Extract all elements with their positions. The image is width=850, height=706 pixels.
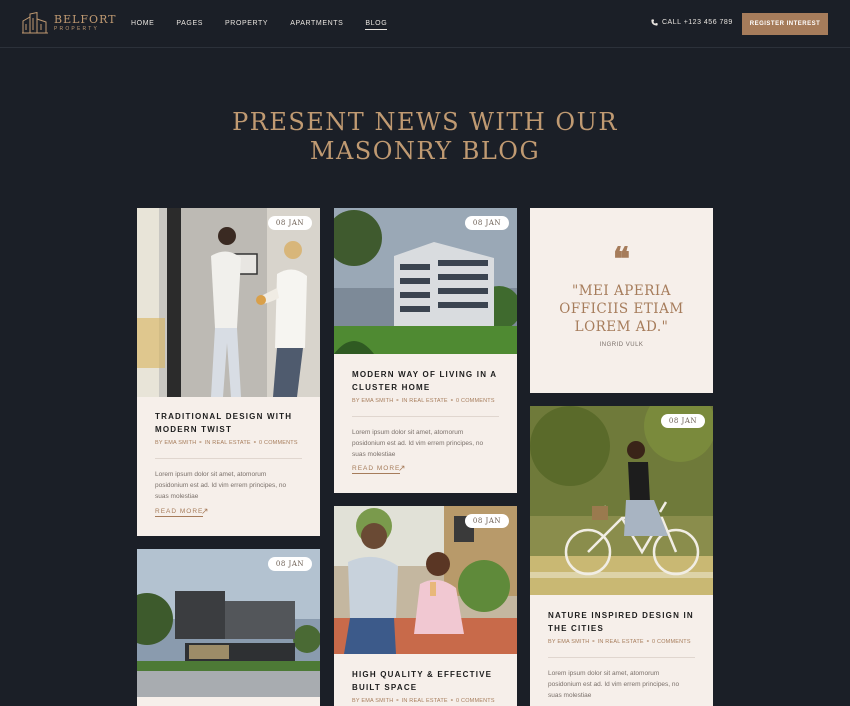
post-excerpt-line3: suas molestiae <box>548 692 592 699</box>
post-excerpt: Lorem ipsum dolor sit amet, atomorum pos… <box>548 668 695 701</box>
nav-home[interactable]: HOME <box>131 19 154 30</box>
post-image[interactable]: 08 JAN <box>530 406 713 595</box>
testimonial-quote-card: ❝ "MEI APERIA OFFICIIS ETIAM LOREM AD." … <box>530 208 713 393</box>
post-title-line2: CLUSTER HOME <box>352 383 431 392</box>
register-interest-button[interactable]: REGISTER INTEREST <box>742 13 828 35</box>
arrow-up-right-icon: ↗ <box>201 506 209 516</box>
post-title-line2: THE CITIES <box>548 624 605 633</box>
post-title-line1: HIGH QUALITY & EFFECTIVE <box>352 670 493 679</box>
divider <box>155 458 302 459</box>
nav-property[interactable]: PROPERTY <box>225 19 268 30</box>
post-title-line1: NATURE INSPIRED DESIGN IN <box>548 611 694 620</box>
phone-link[interactable]: CALL +123 456 789 <box>651 19 733 26</box>
post-title[interactable]: TRADITIONAL DESIGN WITH MODERN TWIST <box>155 410 302 436</box>
post-excerpt-line2: posidonium est ad. Id vim errem principe… <box>548 681 680 688</box>
arrow-up-right-icon: ↗ <box>398 463 406 473</box>
phone-icon <box>651 19 658 26</box>
post-date: 08 JAN <box>464 514 509 528</box>
blog-card: 08 JAN HIGH QUALITY & EFFECTIVE BUILT SP… <box>334 506 517 706</box>
blog-card: 08 JAN NATURE INSPIRED DESIGN IN THE CIT… <box>530 406 713 706</box>
blog-card: 08 JAN TRADITIONAL DESIGN WITH MODERN TW… <box>137 208 320 536</box>
post-title[interactable]: NATURE INSPIRED DESIGN IN THE CITIES <box>548 609 695 635</box>
post-title-line2: BUILT SPACE <box>352 683 418 692</box>
blog-card: 08 JAN <box>137 549 320 706</box>
post-meta: BY EMA SMITH ⚬ IN REAL ESTATE ⚬ 0 COMMEN… <box>352 398 495 404</box>
post-image[interactable]: 08 JAN <box>334 506 517 654</box>
quote-line1: "MEI APERIA <box>572 283 671 299</box>
post-title[interactable]: HIGH QUALITY & EFFECTIVE BUILT SPACE <box>352 668 499 694</box>
quote-author: INGRID VULK <box>599 342 644 348</box>
nav-apartments[interactable]: APARTMENTS <box>290 19 343 30</box>
page-title: PRESENT NEWS WITH OUR MASONRY BLOG <box>0 108 850 166</box>
page-title-line1: PRESENT NEWS WITH OUR <box>232 108 618 136</box>
quote-line2: OFFICIIS ETIAM <box>559 301 684 317</box>
post-date: 08 JAN <box>267 216 312 230</box>
post-meta: BY EMA SMITH ⚬ IN REAL ESTATE ⚬ 0 COMMEN… <box>352 698 495 704</box>
post-excerpt-line2: posidonium est ad. Id vim errem principe… <box>155 482 287 489</box>
post-date: 08 JAN <box>660 414 705 428</box>
post-excerpt-line1: Lorem ipsum dolor sit amet, atomorum <box>548 670 660 677</box>
post-meta: BY EMA SMITH ⚬ IN REAL ESTATE ⚬ 0 COMMEN… <box>155 440 298 446</box>
post-date: 08 JAN <box>267 557 312 571</box>
post-meta: BY EMA SMITH ⚬ IN REAL ESTATE ⚬ 0 COMMEN… <box>548 639 691 645</box>
divider <box>548 657 695 658</box>
building-logo-icon <box>22 12 48 34</box>
logo[interactable]: BELFORT PROPERTY <box>22 12 117 34</box>
logo-subtitle: PROPERTY <box>54 25 100 32</box>
read-more-link[interactable]: READ MORE <box>352 465 401 474</box>
post-title-line1: TRADITIONAL DESIGN WITH <box>155 412 293 421</box>
post-date: 08 JAN <box>464 216 509 230</box>
quote-icon: ❝ <box>612 240 631 278</box>
post-excerpt: Lorem ipsum dolor sit amet, atomorum pos… <box>155 469 302 502</box>
nav-blog[interactable]: BLOG <box>365 19 388 30</box>
site-header: BELFORT PROPERTY HOME PAGES PROPERTY APA… <box>0 0 850 48</box>
post-excerpt-line1: Lorem ipsum dolor sit amet, atomorum <box>352 429 464 436</box>
nav-pages[interactable]: PAGES <box>176 19 203 30</box>
post-image[interactable]: 08 JAN <box>137 208 320 397</box>
phone-text: CALL +123 456 789 <box>662 19 733 26</box>
logo-name: BELFORT <box>54 12 117 26</box>
quote-line3: LOREM AD." <box>574 319 669 335</box>
post-title-line1: MODERN WAY OF LIVING IN A <box>352 370 498 379</box>
post-image[interactable]: 08 JAN <box>137 549 320 697</box>
post-title[interactable]: MODERN WAY OF LIVING IN A CLUSTER HOME <box>352 368 499 394</box>
page-title-line2: MASONRY BLOG <box>309 137 541 165</box>
blog-card: 08 JAN MODERN WAY OF LIVING IN A CLUSTER… <box>334 208 517 493</box>
divider <box>352 416 499 417</box>
post-excerpt-line3: suas molestiae <box>155 493 199 500</box>
post-excerpt-line3: suas molestiae <box>352 451 396 458</box>
read-more-link[interactable]: READ MORE <box>155 508 204 517</box>
post-excerpt: Lorem ipsum dolor sit amet, atomorum pos… <box>352 427 499 460</box>
post-excerpt-line1: Lorem ipsum dolor sit amet, atomorum <box>155 471 267 478</box>
post-image[interactable]: 08 JAN <box>334 208 517 354</box>
main-nav: HOME PAGES PROPERTY APARTMENTS BLOG <box>131 19 409 30</box>
quote-text: "MEI APERIA OFFICIIS ETIAM LOREM AD." <box>540 282 703 336</box>
post-title-line2: MODERN TWIST <box>155 425 233 434</box>
post-excerpt-line2: posidonium est ad. Id vim errem principe… <box>352 440 484 447</box>
